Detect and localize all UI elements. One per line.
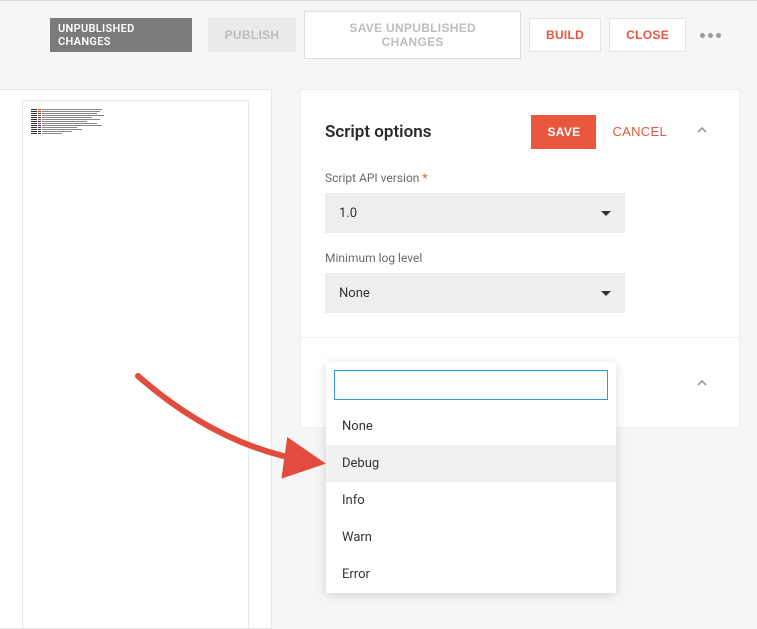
chevron-up-icon <box>695 123 709 137</box>
api-version-value: 1.0 <box>339 206 357 221</box>
api-version-label: Script API version* <box>325 171 625 185</box>
card-header: Script options SAVE CANCEL <box>325 114 715 149</box>
required-asterisk: * <box>422 171 427 185</box>
log-level-label: Minimum log level <box>325 251 625 265</box>
script-options-card: Script options SAVE CANCEL Script API ve… <box>300 89 740 338</box>
dropdown-option[interactable]: Debug <box>326 445 616 482</box>
log-level-dropdown: NoneDebugInfoWarnError <box>326 362 616 593</box>
dropdown-option[interactable]: Error <box>326 556 616 593</box>
log-level-select[interactable]: None <box>325 273 625 313</box>
collapse-toggle[interactable] <box>689 117 715 147</box>
log-level-value: None <box>339 286 370 301</box>
build-button[interactable]: BUILD <box>529 18 601 52</box>
document-preview[interactable] <box>22 100 249 628</box>
dropdown-option[interactable]: Info <box>326 482 616 519</box>
collapse-toggle[interactable] <box>689 370 715 400</box>
chevron-up-icon <box>695 376 709 390</box>
dropdown-list: NoneDebugInfoWarnError <box>326 408 616 593</box>
toolbar: UNPUBLISHED CHANGES PUBLISH SAVE UNPUBLI… <box>0 1 757 69</box>
api-version-select[interactable]: 1.0 <box>325 193 625 233</box>
api-version-label-text: Script API version <box>325 171 419 185</box>
preview-content-placeholder <box>31 109 111 149</box>
dropdown-search-input[interactable] <box>334 370 608 400</box>
content-area: Script options SAVE CANCEL Script API ve… <box>0 69 757 582</box>
preview-panel <box>0 89 272 629</box>
unpublished-changes-badge: UNPUBLISHED CHANGES <box>50 18 192 52</box>
publish-button[interactable]: PUBLISH <box>208 18 297 52</box>
caret-down-icon <box>601 211 611 216</box>
dropdown-option[interactable]: None <box>326 408 616 445</box>
save-button[interactable]: SAVE <box>531 115 596 149</box>
dropdown-option[interactable]: Warn <box>326 519 616 556</box>
api-version-group: Script API version* 1.0 <box>325 171 625 233</box>
close-button[interactable]: CLOSE <box>609 18 686 52</box>
save-unpublished-button[interactable]: SAVE UNPUBLISHED CHANGES <box>304 11 521 59</box>
more-menu-button[interactable] <box>694 27 727 44</box>
card-title: Script options <box>325 122 531 142</box>
caret-down-icon <box>601 291 611 296</box>
log-level-group: Minimum log level None <box>325 251 625 313</box>
cancel-button[interactable]: CANCEL <box>596 114 683 149</box>
